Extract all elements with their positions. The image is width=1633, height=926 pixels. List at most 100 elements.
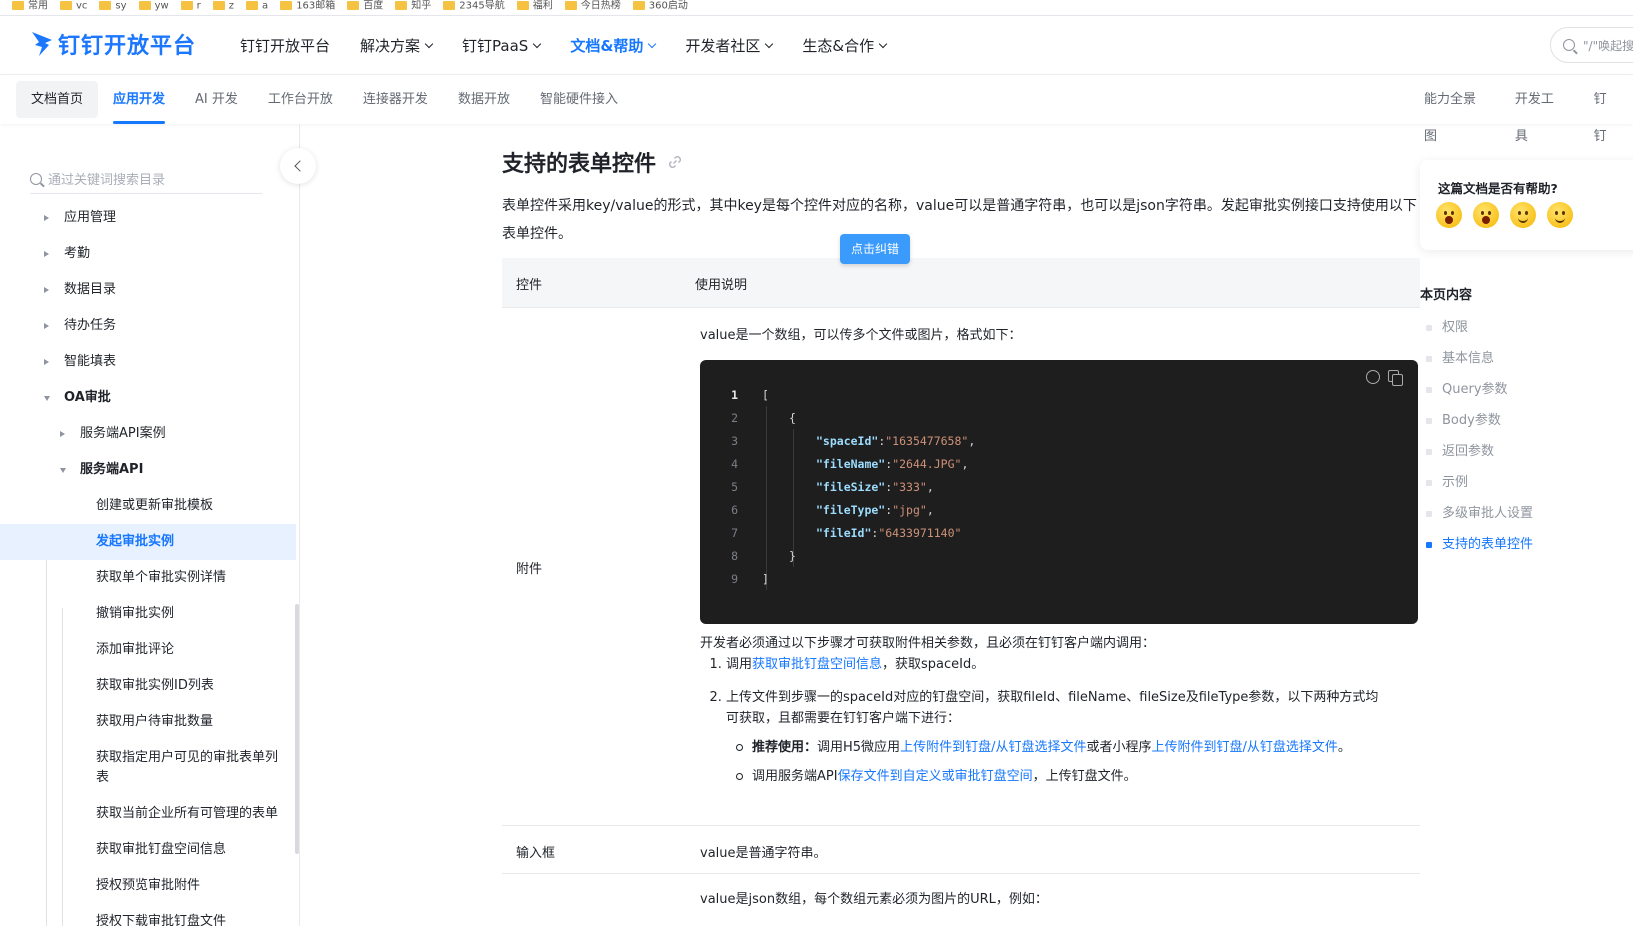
sidebar-item[interactable]: 考勤	[0, 236, 296, 272]
nav-item-2[interactable]: 钉钉PaaS	[462, 35, 542, 56]
toc-item[interactable]: 支持的表单控件	[1426, 529, 1533, 560]
sidebar-item-label: 应用管理	[64, 210, 117, 225]
sidebar-item[interactable]: 获取当前企业所有可管理的表单	[0, 796, 296, 832]
bookmark-label: z	[228, 0, 235, 11]
sidebar-item[interactable]: 撤销审批实例	[0, 596, 296, 632]
bookmark-item[interactable]: 今日热榜	[564, 0, 621, 12]
caret-down-icon[interactable]	[60, 468, 66, 473]
sidebar-item[interactable]: 待办任务	[0, 308, 296, 344]
caret-down-icon[interactable]	[44, 396, 50, 401]
copy-icon[interactable]	[1388, 370, 1403, 386]
dingtalk-logo[interactable]: 钉钉开放平台	[30, 26, 196, 62]
subnav-tab-6[interactable]: 智能硬件接入	[525, 81, 633, 118]
sidebar-item-label: 获取指定用户可见的审批表单列表	[96, 750, 279, 785]
collapse-sidebar-button[interactable]	[280, 148, 316, 184]
sidebar-item[interactable]: 授权下载审批钉盘文件	[0, 904, 296, 926]
toc-item[interactable]: 多级审批人设置	[1426, 498, 1533, 529]
sidebar-item[interactable]: 创建或更新审批模板	[0, 488, 296, 524]
toc-item[interactable]: 权限	[1426, 312, 1533, 343]
subnav-link-0[interactable]: 能力全景图	[1409, 81, 1500, 144]
subnav-tab-1[interactable]: 应用开发	[98, 81, 180, 124]
sidebar-item[interactable]: 获取审批实例ID列表	[0, 668, 296, 704]
bookmark-item[interactable]: 2345导航	[443, 0, 505, 12]
bookmark-item[interactable]: 常用	[12, 0, 48, 12]
bookmark-item[interactable]: r	[180, 0, 201, 12]
sidebar-item[interactable]: 获取指定用户可见的审批表单列表	[0, 740, 296, 796]
global-search-input[interactable]: "/"唤起搜索	[1550, 27, 1633, 63]
nav-item-label: 开发者社区	[685, 37, 761, 55]
sidebar-item[interactable]: 服务端API	[0, 452, 296, 488]
bookmark-item[interactable]: vc	[60, 0, 87, 12]
sidebar-item[interactable]: 获取单个审批实例详情	[0, 560, 296, 596]
api-link[interactable]: 上传附件到钉盘/从钉盘选择文件	[1151, 740, 1337, 755]
bookmark-label: a	[262, 0, 269, 11]
nav-item-5[interactable]: 生态&合作	[802, 35, 888, 56]
line-number: 6	[731, 503, 738, 517]
theme-toggle-icon[interactable]	[1366, 370, 1380, 384]
caret-right-icon[interactable]	[60, 431, 65, 437]
subnav-tab-4[interactable]: 连接器开发	[348, 81, 443, 118]
sidebar-item[interactable]: 获取审批钉盘空间信息	[0, 832, 296, 868]
sidebar-item[interactable]: 智能填表	[0, 344, 296, 380]
caret-right-icon[interactable]	[44, 287, 49, 293]
bookmark-item[interactable]: sy	[99, 0, 127, 12]
subnav-link-2[interactable]: 钉钉	[1579, 81, 1633, 144]
bookmark-item[interactable]: 163邮箱	[280, 0, 335, 12]
nav-item-0[interactable]: 钉钉开放平台	[240, 35, 330, 56]
sidebar-item[interactable]: 授权预览审批附件	[0, 868, 296, 904]
toc-item[interactable]: Query参数	[1426, 374, 1533, 405]
bookmark-item[interactable]: z	[212, 0, 235, 12]
bookmark-item[interactable]: 福利	[516, 0, 553, 12]
subnav-tab-0[interactable]: 文档首页	[16, 81, 99, 118]
nav-item-4[interactable]: 开发者社区	[685, 35, 774, 56]
api-link[interactable]: 获取审批钉盘空间信息	[752, 657, 882, 672]
toc-item[interactable]: 示例	[1426, 467, 1533, 498]
catalog-search-input[interactable]: 通过关键词搜索目录	[30, 164, 262, 194]
subnav-tab-5[interactable]: 数据开放	[443, 81, 525, 118]
code-line: 7 "fileId":"6433971140"	[700, 522, 1418, 545]
api-link[interactable]: 保存文件到自定义或审批钉盘空间	[838, 769, 1033, 784]
toc-item[interactable]: 返回参数	[1426, 436, 1533, 467]
report-error-button[interactable]: 点击纠错	[840, 234, 910, 264]
bookmark-item[interactable]: 知乎	[395, 0, 431, 12]
nav-item-3[interactable]: 文档&帮助	[570, 35, 657, 56]
sidebar-item[interactable]: 添加审批评论	[0, 632, 296, 668]
subnav-tab-2[interactable]: AI 开发	[180, 81, 253, 118]
bookmark-item[interactable]: yw	[138, 0, 169, 12]
json-value: "jpg"	[892, 503, 927, 517]
nav-item-label: 钉钉PaaS	[462, 37, 529, 55]
toc-item[interactable]: 基本信息	[1426, 343, 1533, 374]
subnav-tab-3[interactable]: 工作台开放	[253, 81, 348, 118]
folder-icon	[280, 0, 293, 10]
caret-right-icon[interactable]	[44, 359, 49, 365]
sidebar-item[interactable]: 获取用户待审批数量	[0, 704, 296, 740]
caret-right-icon[interactable]	[44, 323, 49, 329]
grin-face-icon[interactable]	[1547, 202, 1573, 228]
sidebar-item[interactable]: 发起审批实例	[0, 524, 296, 560]
bookmark-item[interactable]: 360启动	[632, 0, 688, 12]
bookmark-label: 360启动	[648, 0, 688, 11]
sidebar-item[interactable]: OA审批	[0, 380, 296, 416]
bookmark-label: 今日热榜	[580, 0, 621, 11]
sidebar-item[interactable]: 数据目录	[0, 272, 296, 308]
code-text: }	[789, 549, 796, 563]
subnav-link-1[interactable]: 开发工具	[1500, 81, 1579, 144]
api-link[interactable]: 上传附件到钉盘/从钉盘选择文件	[900, 740, 1086, 755]
sidebar-item-label: 服务端API案例	[80, 426, 166, 441]
bookmark-item[interactable]: 百度	[347, 0, 383, 12]
sub-navigation: 文档首页 应用开发 AI 开发 工作台开放 连接器开发 数据开放 智能硬件接入 能力全景图开…	[0, 75, 1633, 144]
smile-face-icon[interactable]	[1510, 202, 1536, 228]
bookmark-item[interactable]: a	[246, 0, 269, 12]
dingtalk-logo-icon	[32, 32, 52, 56]
sidebar-scrollbar[interactable]	[295, 604, 299, 854]
dizzy-face-icon[interactable]	[1473, 202, 1499, 228]
nav-item-1[interactable]: 解决方案	[360, 35, 434, 56]
anchor-link-icon[interactable]	[666, 153, 684, 171]
sidebar-item[interactable]: 应用管理	[0, 200, 296, 236]
folder-icon	[632, 0, 645, 10]
toc-item[interactable]: Body参数	[1426, 405, 1533, 436]
shocked-face-icon[interactable]	[1436, 202, 1462, 228]
sidebar-item[interactable]: 服务端API案例	[0, 416, 296, 452]
caret-right-icon[interactable]	[44, 215, 49, 221]
caret-right-icon[interactable]	[44, 251, 49, 257]
